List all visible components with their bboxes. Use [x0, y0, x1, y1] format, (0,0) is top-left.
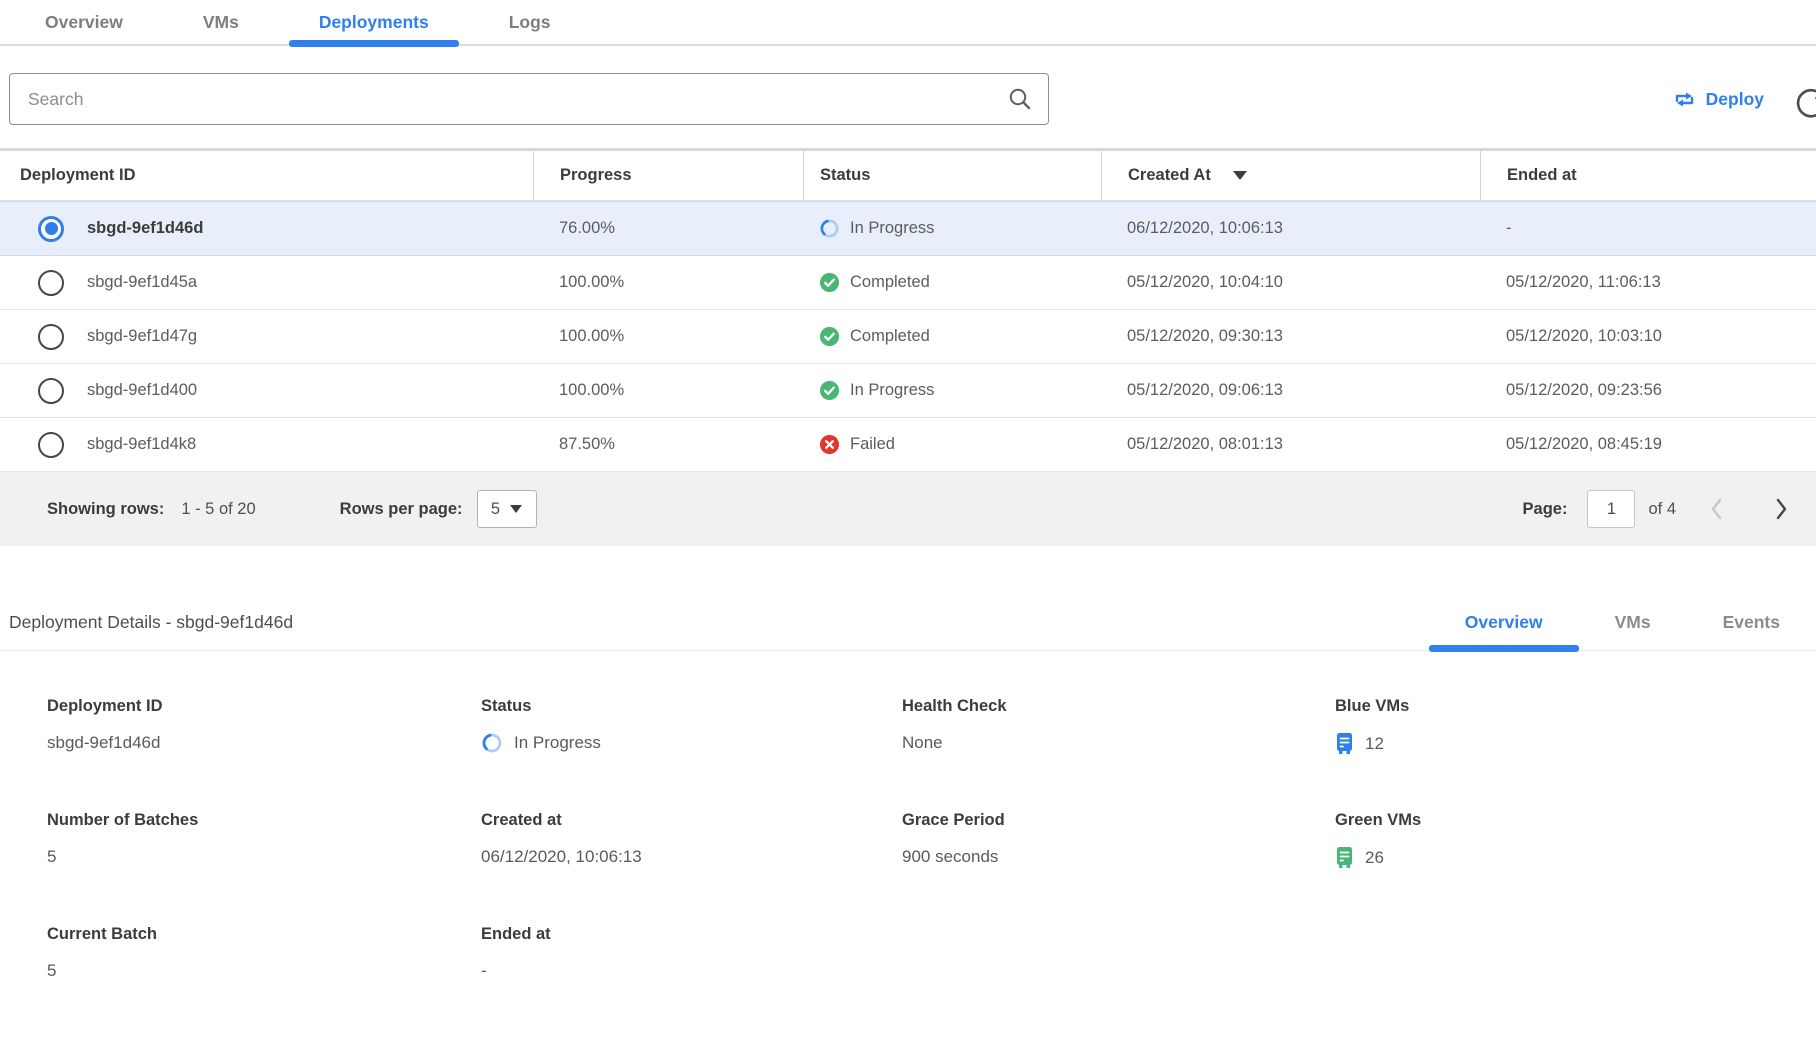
details-grid: Deployment ID sbgd-9ef1d46d Status In Pr…: [0, 651, 1816, 1038]
row-radio[interactable]: [38, 378, 64, 404]
tab-overview[interactable]: Overview: [15, 0, 153, 45]
col-header-created-at[interactable]: Created At: [1101, 151, 1480, 200]
table-header-row: Deployment ID Progress Status Created At…: [0, 151, 1816, 201]
ended-at-value: 05/12/2020, 09:23:56: [1480, 381, 1816, 400]
vm-icon: [1335, 846, 1354, 869]
ended-at-value: 05/12/2020, 10:03:10: [1480, 327, 1816, 346]
dropdown-arrow-icon: [510, 505, 522, 513]
cross-icon: [819, 434, 840, 455]
status-label: In Progress: [850, 219, 934, 238]
spinner-icon: [481, 732, 503, 754]
created-at-value: 05/12/2020, 08:01:13: [1101, 435, 1480, 454]
field-current-batch: Current Batch 5: [47, 925, 481, 982]
details-tab-vms[interactable]: VMs: [1579, 595, 1687, 651]
status-label: Completed: [850, 273, 930, 292]
table-row[interactable]: sbgd-9ef1d46d 76.00% In Progress 06/12/2…: [0, 201, 1816, 256]
table-row[interactable]: sbgd-9ef1d45a 100.00% Completed 05/12/20…: [0, 256, 1816, 310]
ended-at-value: 05/12/2020, 08:45:19: [1480, 435, 1816, 454]
check-icon: [819, 272, 840, 293]
field-grace-period: Grace Period 900 seconds: [902, 811, 1335, 869]
deploy-button[interactable]: Deploy: [1673, 89, 1764, 110]
ended-at-value: -: [1480, 219, 1816, 238]
rows-per-page-select[interactable]: 5: [477, 490, 537, 528]
progress-value: 100.00%: [533, 327, 803, 346]
field-green-vms: Green VMs 26: [1335, 811, 1816, 869]
status-label: In Progress: [850, 381, 934, 400]
page-number-input[interactable]: [1587, 490, 1635, 528]
col-header-ended-at[interactable]: Ended at: [1480, 151, 1816, 200]
progress-value: 76.00%: [533, 219, 803, 238]
details-title: Deployment Details - sbgd-9ef1d46d: [9, 612, 293, 633]
table-row[interactable]: sbgd-9ef1d400 100.00% In Progress 05/12/…: [0, 364, 1816, 418]
row-radio[interactable]: [38, 432, 64, 458]
swap-arrows-icon: [1673, 90, 1696, 109]
progress-value: 100.00%: [533, 381, 803, 400]
table-footer: Showing rows: 1 - 5 of 20 Rows per page:…: [0, 472, 1816, 546]
rows-per-page-label: Rows per page:: [340, 500, 463, 519]
chevron-right-icon[interactable]: [1774, 496, 1790, 522]
created-at-value: 05/12/2020, 10:04:10: [1101, 273, 1480, 292]
col-header-status[interactable]: Status: [803, 151, 1101, 200]
row-radio[interactable]: [38, 324, 64, 350]
sort-desc-icon[interactable]: [1233, 171, 1247, 180]
progress-value: 100.00%: [533, 273, 803, 292]
page-label: Page:: [1523, 500, 1568, 519]
table-row[interactable]: sbgd-9ef1d4k8 87.50% Failed 05/12/2020, …: [0, 418, 1816, 472]
details-header: Deployment Details - sbgd-9ef1d46d Overv…: [0, 595, 1816, 651]
main-tab-bar: Overview VMs Deployments Logs: [0, 0, 1816, 46]
status-label: Completed: [850, 327, 930, 346]
search-icon[interactable]: [1007, 86, 1033, 112]
deployment-id: sbgd-9ef1d4k8: [87, 435, 196, 454]
created-at-value: 05/12/2020, 09:30:13: [1101, 327, 1480, 346]
field-ended-at: Ended at -: [481, 925, 902, 982]
field-deployment-id: Deployment ID sbgd-9ef1d46d: [47, 697, 481, 755]
field-blue-vms: Blue VMs 12: [1335, 697, 1816, 755]
created-at-value: 05/12/2020, 09:06:13: [1101, 381, 1480, 400]
tab-logs[interactable]: Logs: [479, 0, 581, 45]
details-tab-overview[interactable]: Overview: [1429, 595, 1579, 651]
tab-vms[interactable]: VMs: [173, 0, 269, 45]
check-icon: [819, 380, 840, 401]
deploy-button-label: Deploy: [1706, 89, 1764, 110]
ended-at-value: 05/12/2020, 11:06:13: [1480, 273, 1816, 292]
tab-deployments[interactable]: Deployments: [289, 0, 459, 45]
showing-rows-label: Showing rows:: [47, 500, 164, 519]
toolbar: Deploy: [0, 73, 1816, 125]
deployments-table: Deployment ID Progress Status Created At…: [0, 148, 1816, 546]
col-header-progress[interactable]: Progress: [533, 151, 803, 200]
check-icon: [819, 326, 840, 347]
field-status: Status In Progress: [481, 697, 902, 755]
page-total: of 4: [1648, 500, 1676, 519]
field-health-check: Health Check None: [902, 697, 1335, 755]
created-at-value: 06/12/2020, 10:06:13: [1101, 219, 1480, 238]
deployment-id: sbgd-9ef1d47g: [87, 327, 197, 346]
row-radio-selected[interactable]: [38, 216, 64, 242]
refresh-icon[interactable]: [1794, 86, 1816, 120]
search-input[interactable]: [9, 73, 1049, 125]
deployment-id: sbgd-9ef1d46d: [87, 219, 203, 238]
row-radio[interactable]: [38, 270, 64, 296]
status-label: Failed: [850, 435, 895, 454]
showing-rows-value: 1 - 5 of 20: [181, 500, 255, 519]
details-tab-bar: Overview VMs Events: [1429, 595, 1816, 651]
chevron-left-icon[interactable]: [1708, 496, 1724, 522]
table-row[interactable]: sbgd-9ef1d47g 100.00% Completed 05/12/20…: [0, 310, 1816, 364]
field-number-of-batches: Number of Batches 5: [47, 811, 481, 869]
deployment-id: sbgd-9ef1d400: [87, 381, 197, 400]
deployment-id: sbgd-9ef1d45a: [87, 273, 197, 292]
details-tab-events[interactable]: Events: [1687, 595, 1816, 651]
spinner-icon: [819, 218, 840, 239]
vm-icon: [1335, 732, 1354, 755]
col-header-deployment-id[interactable]: Deployment ID: [0, 151, 533, 200]
field-created-at: Created at 06/12/2020, 10:06:13: [481, 811, 902, 869]
progress-value: 87.50%: [533, 435, 803, 454]
